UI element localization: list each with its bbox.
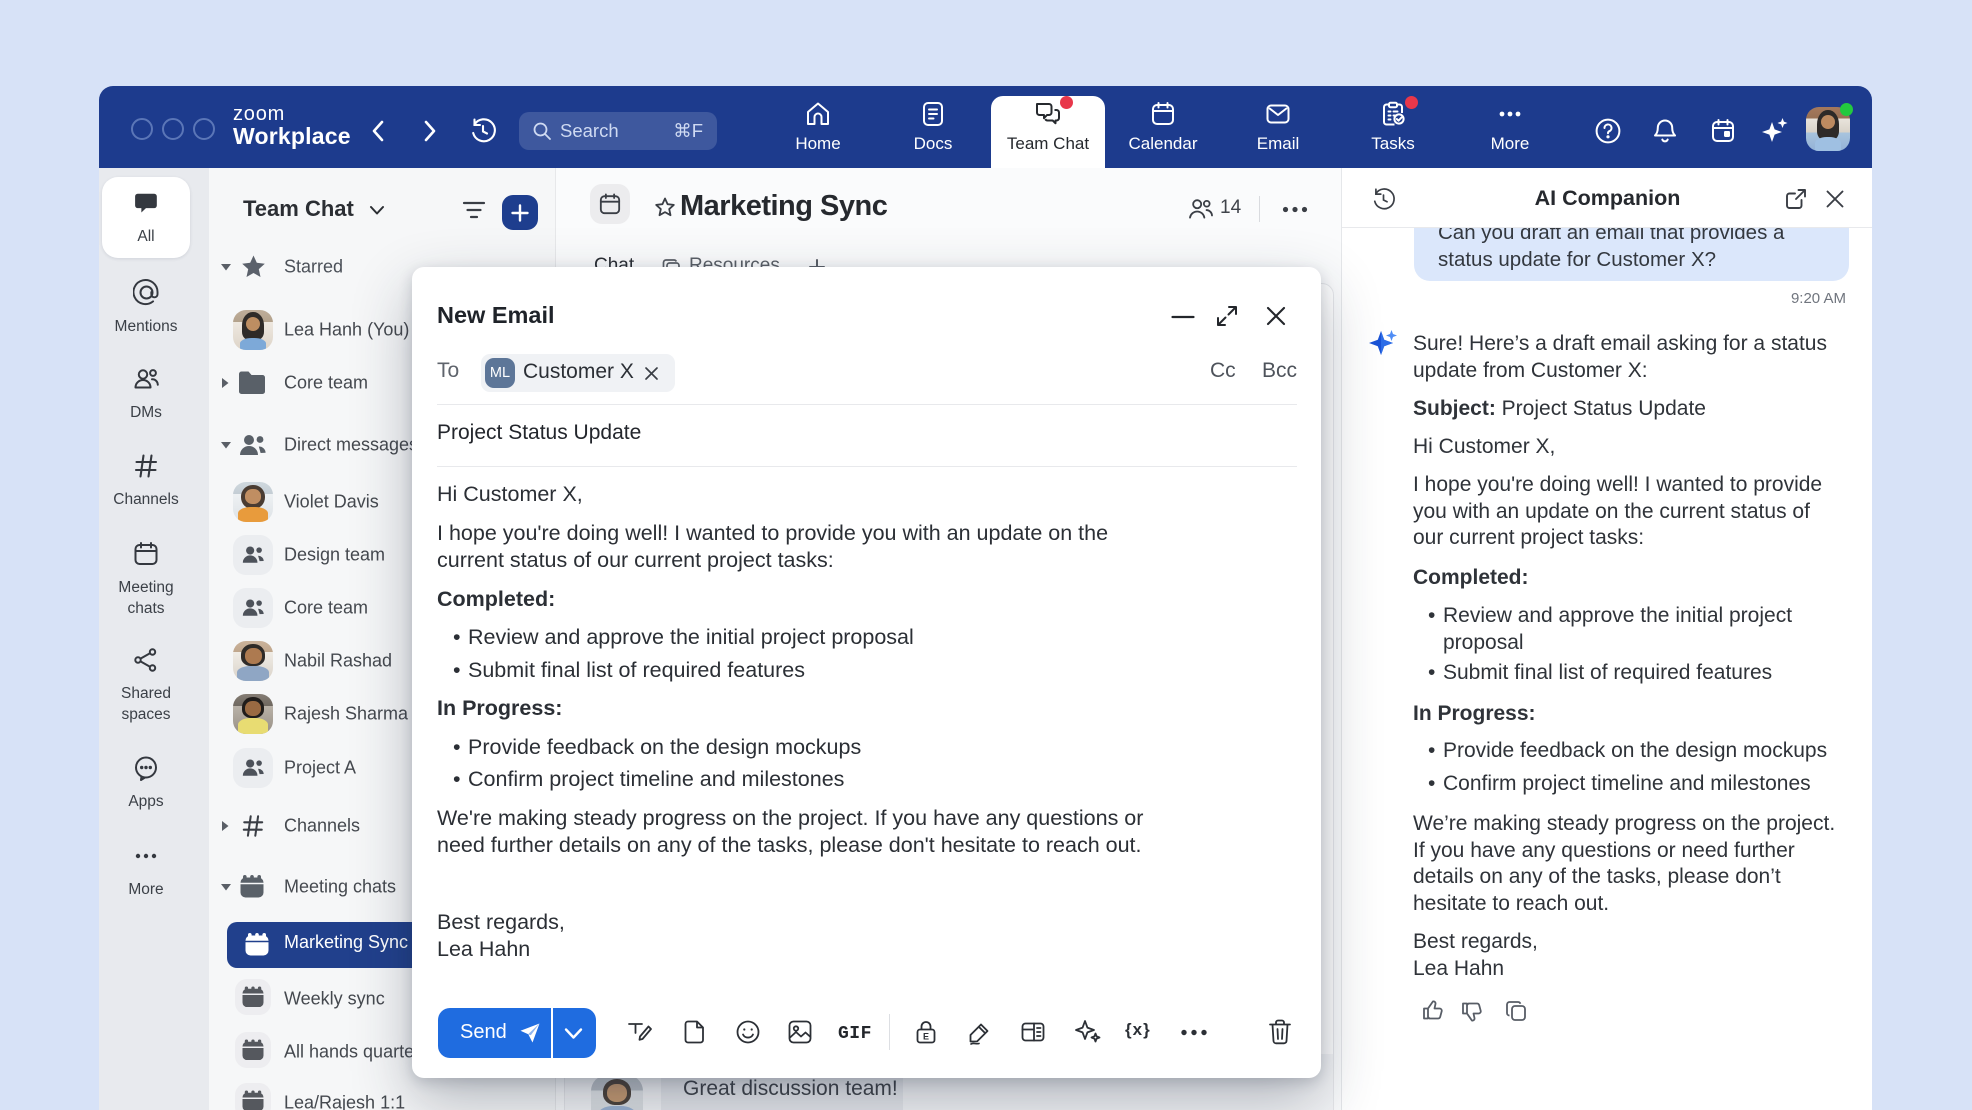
svg-text:E: E bbox=[923, 1032, 929, 1042]
